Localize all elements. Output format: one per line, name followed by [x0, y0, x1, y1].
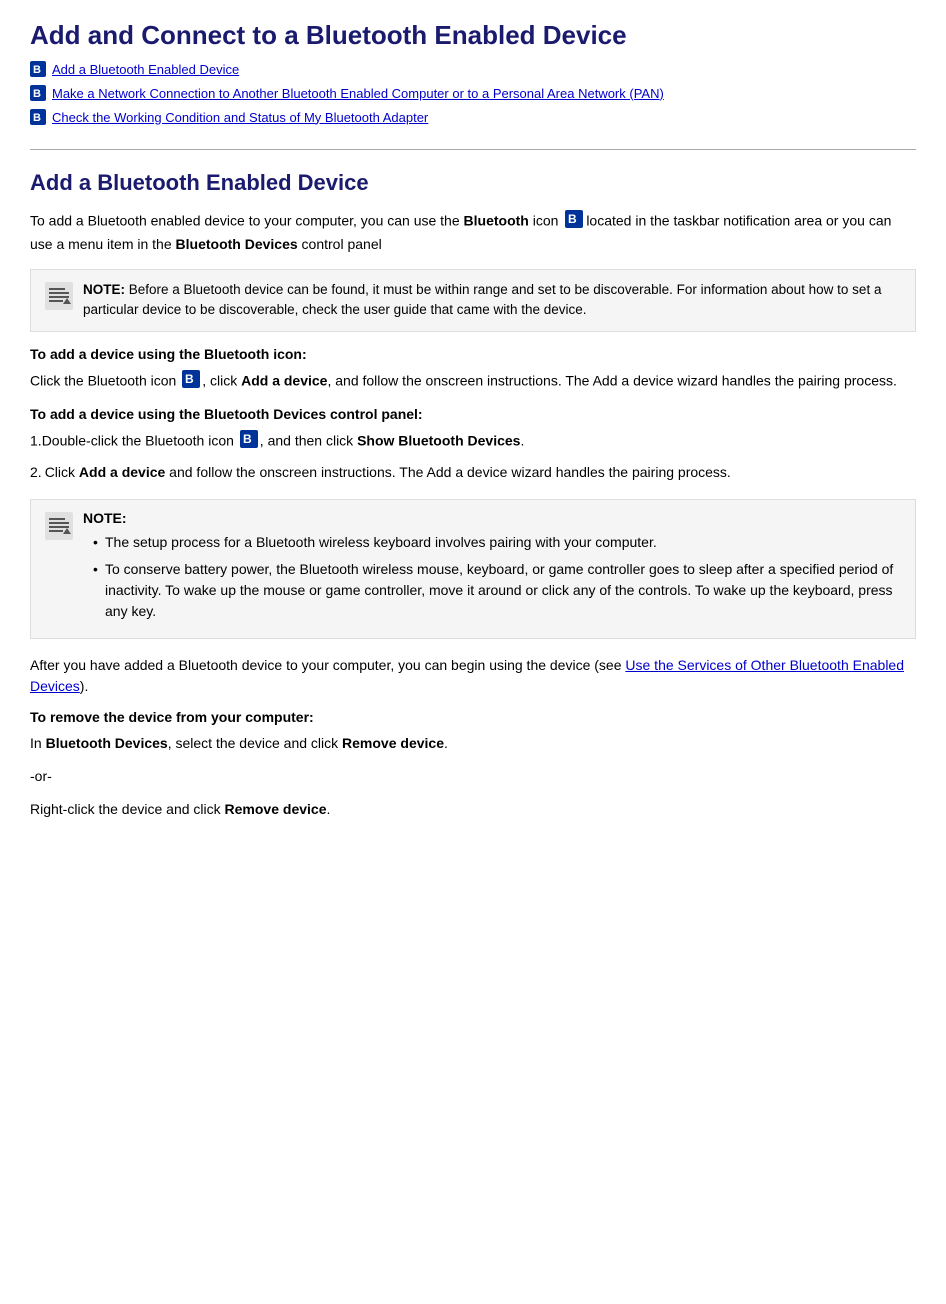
svg-text:B: B: [185, 372, 194, 386]
note-icon-1: [45, 282, 73, 310]
section1-title: Add a Bluetooth Enabled Device: [30, 170, 916, 196]
remove-paragraph: In Bluetooth Devices, select the device …: [30, 733, 916, 754]
svg-text:B: B: [33, 112, 41, 124]
or-paragraph: -or-: [30, 766, 916, 787]
bt-inline-icon-step1: B: [182, 370, 200, 394]
svg-text:B: B: [243, 432, 252, 446]
subheading1: To add a device using the Bluetooth icon…: [30, 346, 916, 362]
subheading2: To add a device using the Bluetooth Devi…: [30, 406, 916, 422]
step2b: 2.Click Add a device and follow the onsc…: [30, 462, 916, 483]
step1-text: Click the Bluetooth icon B , click Add a…: [30, 370, 916, 394]
after-paragraph: After you have added a Bluetooth device …: [30, 655, 916, 697]
bt-icon-toc3: B: [30, 109, 46, 125]
note2-content: NOTE: The setup process for a Bluetooth …: [83, 510, 901, 628]
bt-icon-toc1: B: [30, 61, 46, 77]
note2-bullets: The setup process for a Bluetooth wirele…: [83, 532, 901, 622]
bt-inline-icon-intro: B: [565, 210, 583, 234]
right-click-paragraph: Right-click the device and click Remove …: [30, 799, 916, 820]
bt-inline-icon-step2a: B: [240, 430, 258, 454]
step2a: 1.Double-click the Bluetooth icon B , an…: [30, 430, 916, 454]
intro-paragraph: To add a Bluetooth enabled device to you…: [30, 210, 916, 255]
toc-section: B Add a Bluetooth Enabled Device B Make …: [30, 61, 916, 125]
note-box-1: NOTE: Before a Bluetooth device can be f…: [30, 269, 916, 332]
section-divider: [30, 149, 916, 150]
note-box-2: NOTE: The setup process for a Bluetooth …: [30, 499, 916, 639]
svg-text:B: B: [33, 88, 41, 100]
note-text-1: NOTE: Before a Bluetooth device can be f…: [83, 280, 901, 321]
bt-icon-toc2: B: [30, 85, 46, 101]
svg-text:B: B: [33, 64, 41, 76]
note-icon-2: [45, 512, 73, 540]
subheading3: To remove the device from your computer:: [30, 709, 916, 725]
page-title: Add and Connect to a Bluetooth Enabled D…: [30, 20, 916, 51]
svg-text:B: B: [568, 212, 577, 226]
toc-link-check[interactable]: B Check the Working Condition and Status…: [30, 109, 916, 125]
note2-bullet-1: The setup process for a Bluetooth wirele…: [93, 532, 901, 553]
toc-link-add[interactable]: B Add a Bluetooth Enabled Device: [30, 61, 916, 77]
note2-bullet-2: To conserve battery power, the Bluetooth…: [93, 559, 901, 622]
toc-link-network[interactable]: B Make a Network Connection to Another B…: [30, 85, 916, 101]
